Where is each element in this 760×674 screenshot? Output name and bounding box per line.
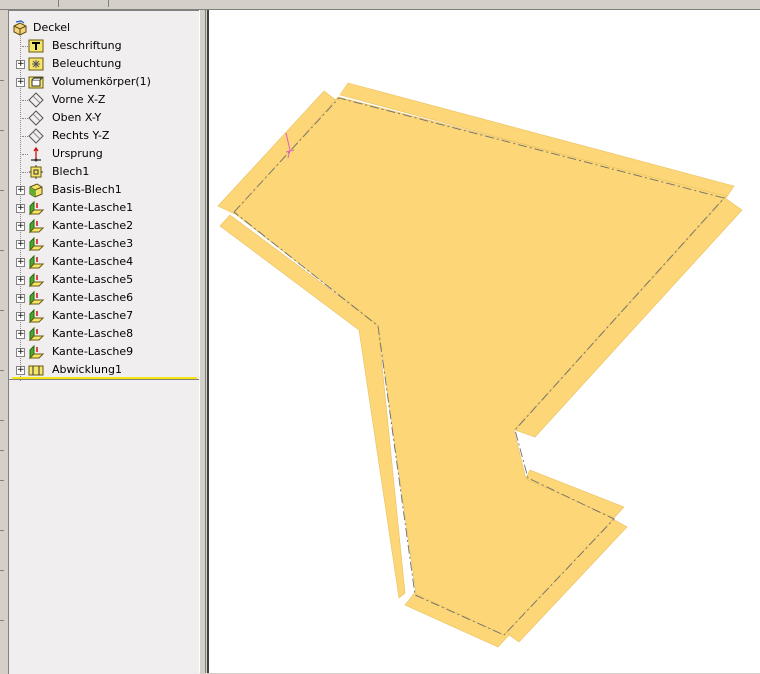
base-flange-icon [29,183,43,198]
panel-splitter[interactable] [199,10,206,673]
feature-manager-tree: Deckel Beschriftung + Beleuchtung + Volu… [8,10,200,674]
plane-icon [28,128,44,144]
tree-item-label: Beschriftung [52,39,122,52]
tree-item-label: Kante-Lasche5 [52,273,134,286]
part-icon [13,20,27,36]
tree-item-kante-lasche7[interactable]: + Kante-Lasche7 [9,307,200,325]
top-tab-2[interactable] [58,0,109,7]
expand-icon[interactable]: + [16,240,25,249]
edge-flange-icon [28,290,44,306]
expand-icon[interactable]: + [16,186,25,195]
tree-bottom-divider [9,379,200,380]
plane-icon [28,110,44,126]
tree-item-vorne-xz[interactable]: Vorne X-Z [9,91,200,109]
top-tab-1[interactable] [0,0,59,7]
tree-item-label: Kante-Lasche8 [52,327,134,340]
sheet-metal-icon [29,165,43,179]
expand-icon[interactable]: + [16,312,25,321]
edge-flange-icon [28,344,44,360]
expand-icon[interactable]: + [16,366,25,375]
flat-pattern-view [217,82,743,648]
tree-item-label: Vorne X-Z [52,93,106,106]
tree-item-rechts-yz[interactable]: Rechts Y-Z [9,127,200,145]
edge-flange-icon [28,254,44,270]
lighting-icon [28,57,44,71]
tree-item-label: Abwicklung1 [52,363,122,376]
tree-root-deckel[interactable]: Deckel [9,19,200,37]
left-toolbar-strip [0,10,7,673]
tree-item-label: Beleuchtung [52,57,122,70]
edge-flange-icon [28,236,44,252]
main-panel [233,96,727,636]
tree-item-label: Kante-Lasche4 [52,255,134,268]
tree-item-label: Rechts Y-Z [52,129,110,142]
tree-item-kante-lasche6[interactable]: + Kante-Lasche6 [9,289,200,307]
flat-pattern-icon [28,365,44,376]
edge-flange-icon [28,308,44,324]
plane-icon [28,92,44,108]
tree-item-blech1[interactable]: Blech1 [9,163,200,181]
solid-bodies-folder-icon [28,76,44,89]
expand-icon[interactable]: + [16,330,25,339]
expand-icon[interactable]: + [16,294,25,303]
tree-item-beschriftung[interactable]: Beschriftung [9,37,200,55]
tree-item-kante-lasche9[interactable]: + Kante-Lasche9 [9,343,200,361]
tree-item-label: Kante-Lasche3 [52,237,134,250]
expand-icon[interactable]: + [16,276,25,285]
tree-item-oben-xy[interactable]: Oben X-Y [9,109,200,127]
expand-icon[interactable]: + [16,204,25,213]
tree-item-label: Blech1 [52,165,90,178]
tree-item-beleuchtung[interactable]: + Beleuchtung [9,55,200,73]
origin-icon [31,146,41,162]
expand-icon[interactable]: + [16,78,25,87]
window-top-strip [0,0,760,10]
annotation-text-icon [28,39,44,53]
tree-item-volumenkoerper[interactable]: + Volumenkörper(1) [9,73,200,91]
tree-item-label: Oben X-Y [52,111,102,124]
tree-item-label: Kante-Lasche1 [52,201,134,214]
tree-item-kante-lasche4[interactable]: + Kante-Lasche4 [9,253,200,271]
tree-item-kante-lasche5[interactable]: + Kante-Lasche5 [9,271,200,289]
tree-item-label: Ursprung [52,147,103,160]
graphics-area[interactable] [207,10,760,673]
edge-flange-icon [28,326,44,342]
tree-item-label: Kante-Lasche9 [52,345,134,358]
tree-item-kante-lasche3[interactable]: + Kante-Lasche3 [9,235,200,253]
tree-root-label: Deckel [33,21,71,34]
edge-flange-icon [28,218,44,234]
expand-icon[interactable]: + [16,60,25,69]
expand-icon[interactable]: + [16,222,25,231]
edge-flange-icon [28,200,44,216]
tree-item-kante-lasche2[interactable]: + Kante-Lasche2 [9,217,200,235]
tree-item-basis-blech1[interactable]: + Basis-Blech1 [9,181,200,199]
tree-item-label: Kante-Lasche7 [52,309,134,322]
edge-flange-icon [28,272,44,288]
tree-item-label: Kante-Lasche2 [52,219,134,232]
tree-item-kante-lasche8[interactable]: + Kante-Lasche8 [9,325,200,343]
expand-icon[interactable]: + [16,258,25,267]
tree-item-label: Volumenkörper(1) [52,75,151,88]
tree-item-kante-lasche1[interactable]: + Kante-Lasche1 [9,199,200,217]
tree-item-ursprung[interactable]: Ursprung [9,145,200,163]
tree-item-label: Kante-Lasche6 [52,291,134,304]
tree-item-label: Basis-Blech1 [52,183,122,196]
expand-icon[interactable]: + [16,348,25,357]
